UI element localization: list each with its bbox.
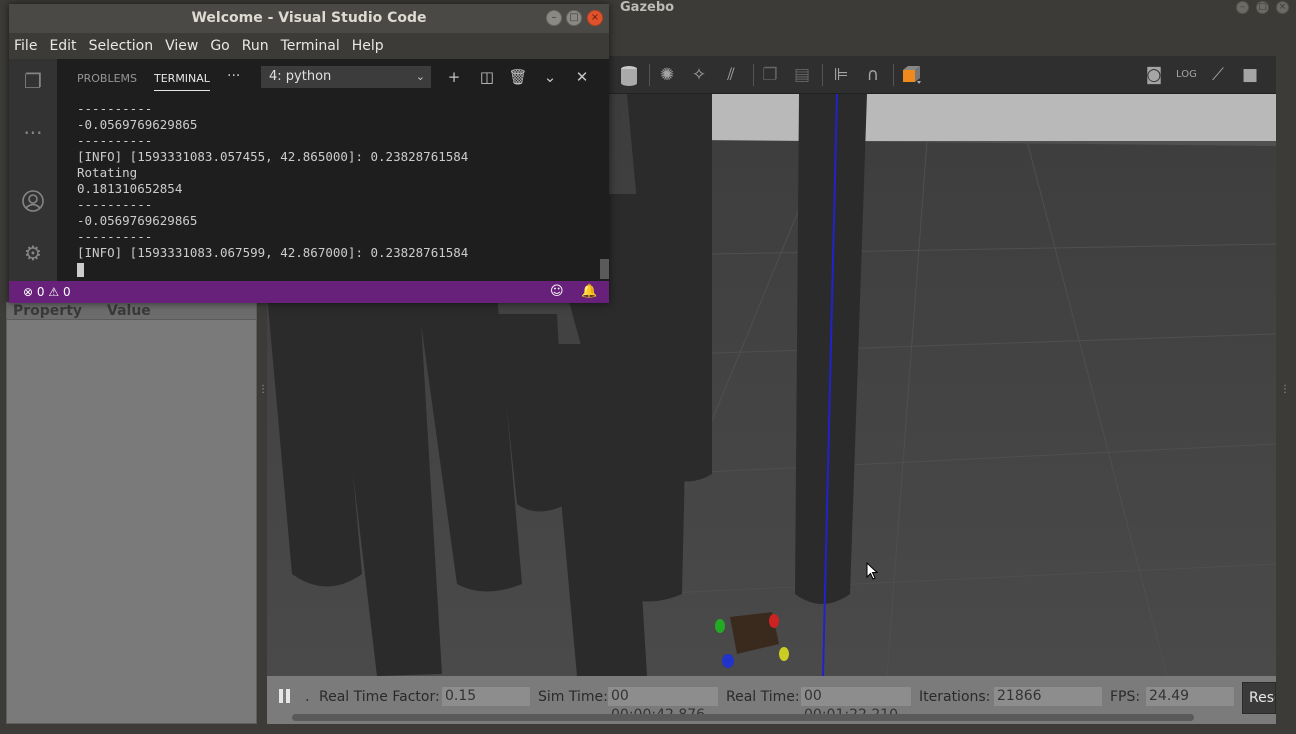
sim-time-label: Sim Time: [538, 689, 608, 705]
status-problems[interactable]: ⊗ 0 ⚠ 0 [23, 281, 71, 303]
screenshot-camera-icon[interactable]: ◙ [1144, 65, 1164, 85]
vscode-window: Welcome - Visual Studio Code – □ × File … [9, 4, 609, 303]
vscode-window-title: Welcome - Visual Studio Code [191, 10, 427, 26]
mouse-pointer-icon [866, 562, 878, 580]
notification-bell-icon[interactable]: 🔔 [581, 281, 597, 303]
terminal-output[interactable]: ---------- -0.0569769629865 ---------- [… [57, 95, 609, 281]
vscode-titlebar[interactable]: Welcome - Visual Studio Code – □ × [9, 4, 609, 33]
property-column-header[interactable]: Property [7, 303, 107, 319]
menu-terminal[interactable]: Terminal [275, 33, 346, 59]
step-button[interactable]: . [305, 689, 309, 705]
terminal-scrollbar[interactable] [600, 259, 609, 279]
split-terminal-icon[interactable]: ◫ [477, 67, 497, 87]
panel-header: PROBLEMS TERMINAL ··· 4: python ⌄ + ◫ 🗑 … [57, 59, 609, 95]
video-record-icon[interactable]: ■ [1240, 65, 1260, 85]
menu-go[interactable]: Go [204, 33, 235, 59]
value-column-header[interactable]: Value [107, 303, 151, 319]
terminal-select[interactable]: 4: python ⌄ [261, 66, 431, 88]
plot-icon[interactable]: ⟋ [1208, 65, 1228, 85]
menu-selection[interactable]: Selection [83, 33, 160, 59]
feedback-icon[interactable]: ☺ [550, 281, 564, 303]
log-icon[interactable]: LOG [1176, 65, 1197, 85]
real-time-factor-field: 0.15 [441, 686, 531, 707]
toolbar-separator [893, 64, 894, 86]
menu-view[interactable]: View [159, 33, 204, 59]
terminal-line: -0.0569769629865 [77, 213, 198, 228]
fps-label: FPS: [1110, 689, 1141, 705]
menu-file[interactable]: File [9, 33, 43, 59]
trash-icon[interactable]: 🗑 [508, 67, 528, 87]
real-time-label: Real Time: [726, 689, 800, 705]
minimize-icon[interactable]: – [1236, 1, 1249, 14]
chevron-down-icon: ⌄ [415, 70, 425, 83]
vscode-menubar: File Edit Selection View Go Run Terminal… [9, 33, 609, 59]
menu-run[interactable]: Run [236, 33, 275, 59]
warning-icon: ⚠ [48, 285, 60, 299]
minimize-icon[interactable]: – [546, 10, 562, 26]
terminal-line: ---------- [77, 101, 153, 116]
terminal-line: [INFO] [1593331083.067599, 42.867000]: 0… [77, 245, 469, 260]
right-panel-splitter[interactable]: ⋮ [1280, 384, 1290, 402]
terminal-line: -0.0569769629865 [77, 117, 198, 132]
tab-terminal[interactable]: TERMINAL [154, 72, 210, 91]
terminal-line: ---------- [77, 133, 153, 148]
maximize-icon[interactable]: □ [1256, 1, 1269, 14]
more-actions-icon[interactable]: ··· [227, 68, 240, 84]
settings-gear-icon[interactable]: ⚙ [21, 241, 45, 265]
close-panel-icon[interactable]: ✕ [572, 67, 592, 87]
account-icon[interactable] [21, 189, 45, 213]
tab-problems[interactable]: PROBLEMS [77, 72, 137, 85]
toolbar-separator [822, 64, 823, 86]
menu-help[interactable]: Help [346, 33, 390, 59]
maximize-panel-chevron-icon[interactable]: ⌄ [540, 67, 560, 87]
terminal-line: [INFO] [1593331083.057455, 42.865000]: 0… [77, 149, 469, 164]
close-icon[interactable]: × [1276, 1, 1289, 14]
sim-time-field: 00 00:00:42.876 [607, 686, 719, 723]
menu-edit[interactable]: Edit [43, 33, 82, 59]
paste-icon[interactable]: ▤ [792, 65, 812, 85]
pause-button[interactable] [277, 687, 293, 705]
explorer-icon[interactable]: ❐ [21, 69, 45, 93]
error-count: 0 [36, 285, 45, 299]
fps-field: 24.49 [1145, 686, 1235, 707]
cylinder-icon[interactable] [619, 65, 639, 86]
iterations-label: Iterations: [919, 689, 991, 705]
align-icon[interactable]: ⊫ [831, 65, 851, 85]
reset-time-button[interactable]: Reset [1242, 682, 1276, 714]
snap-icon[interactable]: ∩ [863, 65, 883, 85]
toolbar-separator [649, 64, 650, 86]
real-time-factor-label: Real Time Factor: [319, 689, 440, 705]
error-icon: ⊗ [23, 285, 34, 299]
directional-light-icon[interactable]: ⫽ [721, 65, 741, 85]
terminal-line: 0.181310652854 [77, 181, 183, 196]
view-angle-icon[interactable] [901, 65, 921, 85]
property-table-header: Property Value [7, 303, 256, 320]
new-terminal-icon[interactable]: + [444, 67, 464, 87]
terminal-cursor [77, 262, 84, 277]
gazebo-status-bar: . Real Time Factor: 0.15 Sim Time: 00 00… [267, 676, 1276, 724]
terminal-line: ---------- [77, 197, 153, 212]
gazebo-toolbar: ✺ ✧ ⫽ ❐ ▤ ⊫ ∩ ◙ LOG ⟋ ■ [609, 56, 1276, 94]
toolbar-separator [753, 64, 754, 86]
activity-bar: ❐ ··· ⚙ [9, 59, 57, 281]
horizontal-scrollbar[interactable] [292, 714, 1194, 721]
gazebo-property-panel: Property Value [6, 302, 257, 724]
terminal-line: ---------- [77, 229, 153, 244]
gazebo-window-title: Gazebo [620, 0, 675, 15]
status-bar: ⊗ 0 ⚠ 0 ☺ 🔔 [9, 281, 609, 303]
terminal-line: Rotating [77, 165, 138, 180]
terminal-select-value: 4: python [269, 69, 332, 84]
real-time-field: 00 00:01:22.210 [800, 686, 912, 723]
maximize-icon[interactable]: □ [566, 10, 582, 26]
spot-light-icon[interactable]: ✧ [689, 65, 709, 85]
more-icon[interactable]: ··· [21, 121, 45, 145]
iterations-field: 21866 [993, 686, 1103, 707]
close-icon[interactable]: × [587, 10, 603, 26]
point-light-icon[interactable]: ✺ [657, 65, 677, 85]
warning-count: 0 [62, 285, 71, 299]
copy-icon[interactable]: ❐ [760, 65, 780, 85]
left-panel-splitter[interactable]: ⋮ [258, 384, 268, 402]
